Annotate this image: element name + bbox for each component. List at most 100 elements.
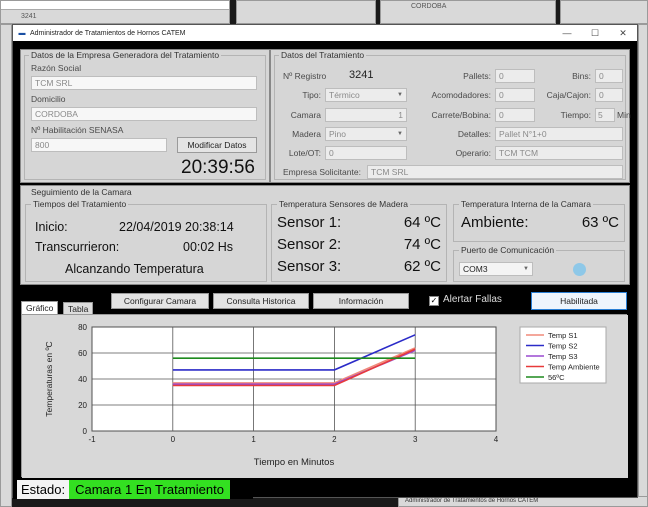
madera-select-value: Pino — [329, 129, 347, 139]
inicio-value: 22/04/2019 20:38:14 — [119, 220, 234, 234]
y-tick-label: 60 — [78, 349, 87, 358]
razon-social-field[interactable]: TCM SRL — [31, 76, 257, 90]
legend-entry-2: Temp S2 — [548, 342, 578, 351]
x-tick-label: 1 — [251, 435, 256, 444]
temperature-chart: 020406080-1 0 1 2 3 4 Tiempo en Minutos Tempe… — [22, 315, 628, 478]
habilitacion-field[interactable]: 800 — [31, 138, 167, 152]
chevron-down-icon: ▼ — [397, 131, 403, 137]
empresa-solicitante-field[interactable]: TCM SRL — [367, 165, 623, 179]
acomodadores-label: Acomodadores: — [431, 90, 491, 100]
modificar-datos-button[interactable]: Modificar Datos — [177, 137, 257, 153]
close-icon[interactable]: ✕ — [609, 25, 637, 41]
y-tick-label: 0 — [83, 427, 88, 436]
chevron-down-icon: ▼ — [397, 92, 403, 98]
background-window-left-edge — [0, 24, 12, 507]
legend-entry-5: 56ºC — [548, 373, 565, 382]
tipo-select-value: Térmico — [329, 90, 360, 100]
background-taskbar-title: Administrador de Tratamientos de Hornos … — [405, 498, 539, 504]
inicio-label: Inicio: — [35, 220, 68, 234]
configurar-camara-button[interactable]: Configurar Camara — [111, 293, 209, 309]
puerto-select[interactable]: COM3 ▼ — [459, 262, 533, 276]
window-title: Administrador de Tratamientos de Hornos … — [30, 29, 186, 37]
camara-label: Camara — [290, 110, 321, 120]
background-window-right-edge — [638, 24, 648, 507]
x-tick-label: 3 — [413, 435, 418, 444]
tipo-select[interactable]: Térmico ▼ — [325, 88, 407, 102]
x-axis-label: Tiempo en Minutos — [254, 457, 335, 468]
sensor-1-value: 64 ºC — [403, 214, 441, 231]
informacion-button[interactable]: Información — [313, 293, 409, 309]
transcurrieron-value: 00:02 Hs — [183, 240, 234, 254]
tiempos-group-title: Tiempos del Tratamiento — [31, 199, 129, 209]
background-window-far-right — [560, 0, 648, 24]
minimize-icon[interactable]: — — [553, 25, 581, 41]
registro-value: 3241 — [349, 69, 374, 81]
razon-social-label: Razón Social — [31, 63, 82, 73]
sensor-2-label: Sensor 2: — [277, 236, 342, 253]
ambiente-label: Ambiente: — [461, 214, 529, 231]
consulta-historica-button[interactable]: Consulta Historica — [213, 293, 309, 309]
interna-group-title: Temperatura Interna de la Camara — [459, 199, 593, 209]
seguimiento-panel: Seguimiento de la Camara Tiempos del Tra… — [20, 185, 630, 285]
carrete-field[interactable]: 0 — [495, 108, 535, 122]
domicilio-field[interactable]: CORDOBA — [31, 107, 257, 121]
connection-status-indicator — [573, 263, 586, 276]
sensor-2-value: 74 ºC — [403, 236, 441, 253]
acomodadores-field[interactable]: 0 — [495, 88, 535, 102]
lote-field[interactable]: 0 — [325, 146, 407, 160]
background-registro-value: 3241 — [21, 13, 37, 20]
status-value: Camara 1 En Tratamiento — [69, 480, 230, 499]
sensores-group-title: Temperatura Sensores de Madera — [277, 199, 410, 209]
caja-field[interactable]: 0 — [595, 88, 623, 102]
background-window-bar — [1, 1, 229, 10]
title-bar: ▬ Administrador de Tratamientos de Horno… — [13, 25, 637, 41]
seguimiento-group-title: Seguimiento de la Camara — [29, 187, 134, 197]
y-tick-label: 80 — [78, 323, 87, 332]
caja-label: Caja/Cajon: — [546, 90, 591, 100]
habilitada-button[interactable]: Habilitada — [531, 292, 627, 310]
status-label: Estado: — [17, 480, 70, 499]
lote-label: Lote/OT: — [288, 148, 321, 158]
estado-tratamiento-text: Alcanzando Temperatura — [65, 262, 204, 276]
empresa-solicitante-label: Empresa Solicitante: — [283, 167, 361, 177]
tiempo-stepper-value: 5 — [598, 110, 603, 120]
empresa-group-title: Datos de la Empresa Generadora del Trata… — [29, 50, 222, 60]
tiempo-unit: Min — [617, 110, 631, 120]
tab-grafico[interactable]: Gráfico — [21, 301, 59, 314]
sensor-1-label: Sensor 1: — [277, 214, 342, 231]
pallets-field[interactable]: 0 — [495, 69, 535, 83]
ambiente-value: 63 ºC — [581, 214, 619, 231]
legend-entry-3: Temp S3 — [548, 352, 578, 361]
registro-label: Nº Registro — [283, 71, 327, 81]
alertar-fallas-checkbox[interactable]: ✓ — [429, 296, 439, 306]
tiempo-stepper[interactable]: 5 — [595, 108, 615, 122]
chart-panel: 0 20 40 60 80 -1 0 1 2 3 4 Tiempo en Minutos Tempe… — [21, 314, 628, 478]
tratamiento-panel: Datos del Tratamiento Nº Registro 3241 T… — [270, 49, 631, 183]
alertar-fallas-label: Alertar Fallas — [443, 294, 502, 305]
chevron-down-icon: ▼ — [523, 266, 529, 272]
domicilio-label: Domicilio — [31, 94, 66, 104]
main-window: ▬ Administrador de Tratamientos de Horno… — [12, 24, 638, 499]
detalles-label: Detalles: — [457, 129, 491, 139]
y-axis-label: Temperaturas en ºC — [44, 341, 54, 416]
app-icon: ▬ — [18, 29, 26, 37]
empresa-panel: Datos de la Empresa Generadora del Trata… — [20, 49, 270, 183]
detalles-field[interactable]: Pallet N°1+0 — [495, 127, 623, 141]
madera-select[interactable]: Pino ▼ — [325, 127, 407, 141]
legend-entry-1: Temp S1 — [548, 331, 578, 340]
y-tick-label: 20 — [78, 401, 87, 410]
bins-label: Bins: — [572, 71, 591, 81]
habilitacion-label: Nº Habilitación SENASA — [31, 125, 124, 135]
operario-field[interactable]: TCM TCM — [495, 146, 623, 160]
background-window-top-center — [236, 0, 376, 24]
clock: 20:39:56 — [181, 157, 255, 178]
background-window-top-right: CORDOBA — [380, 0, 556, 24]
camara-field[interactable]: 1 — [325, 108, 407, 122]
tratamiento-group-title: Datos del Tratamiento — [279, 50, 367, 60]
puerto-group-title: Puerto de Comunicación — [459, 245, 557, 255]
pallets-label: Pallets: — [463, 71, 491, 81]
maximize-icon[interactable]: ☐ — [581, 25, 609, 41]
x-tick-label: -1 — [88, 435, 96, 444]
bins-field[interactable]: 0 — [595, 69, 623, 83]
x-tick-label: 4 — [494, 435, 499, 444]
